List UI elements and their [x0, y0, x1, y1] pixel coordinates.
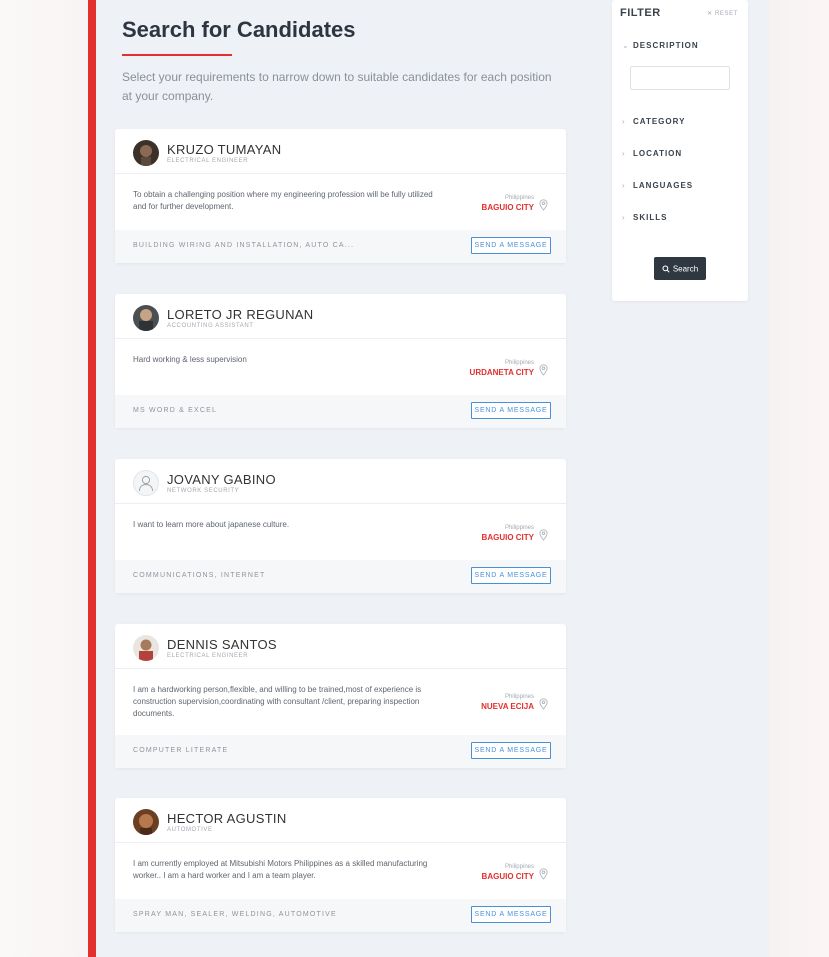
candidate-card-header: LORETO JR REGUNAN ACCOUNTING ASSISTANT [115, 294, 566, 339]
candidate-card-header: JOVANY GABINO NETWORK SECURITY [115, 459, 566, 504]
location-pin-icon [539, 698, 548, 710]
location-city: BAGUIO CITY [481, 203, 534, 212]
send-message-button[interactable]: SEND A MESSAGE [471, 567, 551, 584]
candidate-summary: Hard working & less supervision [133, 355, 247, 364]
search-icon [662, 265, 670, 273]
location-pin-icon [539, 529, 548, 541]
candidate-skills: BUILDING WIRING AND INSTALLATION, AUTO C… [133, 242, 355, 249]
candidate-card: KRUZO TUMAYAN ELECTRICAL ENGINEER To obt… [115, 129, 566, 263]
candidate-job-title: AUTOMOTIVE [167, 827, 213, 833]
send-message-button[interactable]: SEND A MESSAGE [471, 906, 551, 923]
candidate-card-header: HECTOR AGUSTIN AUTOMOTIVE [115, 798, 566, 843]
filter-section-label: SKILLS [633, 213, 668, 222]
candidate-avatar[interactable] [133, 305, 159, 331]
candidate-job-title: NETWORK SECURITY [167, 488, 240, 494]
reset-filter-link[interactable]: ✕ RESET [707, 10, 738, 17]
filter-section-label: LOCATION [633, 149, 683, 158]
candidate-skills: COMPUTER LITERATE [133, 747, 229, 754]
filter-section-category[interactable]: › CATEGORY [622, 117, 685, 126]
filter-panel: FILTER ✕ RESET ⌄ DESCRIPTION › CATEGORY › L… [612, 0, 748, 301]
avatar-placeholder-icon[interactable] [133, 470, 159, 496]
search-button[interactable]: Search [654, 257, 706, 280]
candidate-avatar[interactable] [133, 809, 159, 835]
send-message-button[interactable]: SEND A MESSAGE [471, 402, 551, 419]
location-country: Philippines [504, 525, 534, 531]
candidate-summary: I am currently employed at Mitsubishi Mo… [133, 859, 428, 880]
candidate-name[interactable]: DENNIS SANTOS [167, 637, 277, 652]
filter-section-label: DESCRIPTION [633, 41, 699, 50]
candidate-job-title: ACCOUNTING ASSISTANT [167, 323, 254, 329]
chevron-right-icon: › [622, 149, 626, 158]
chevron-right-icon: › [622, 181, 626, 190]
location-city: BAGUIO CITY [481, 872, 534, 881]
location-city: URDANETA CITY [469, 368, 534, 377]
location-country: Philippines [504, 195, 534, 201]
candidate-summary: To obtain a challenging position where m… [133, 190, 433, 211]
candidate-card-footer: BUILDING WIRING AND INSTALLATION, AUTO C… [115, 230, 566, 263]
candidate-card: JOVANY GABINO NETWORK SECURITY I want to… [115, 459, 566, 593]
candidate-summary: I am a hardworking person,flexible, and … [133, 685, 422, 718]
candidate-name[interactable]: LORETO JR REGUNAN [167, 307, 313, 322]
page-title: Search for Candidates [122, 17, 356, 42]
chevron-right-icon: › [622, 213, 626, 222]
candidate-card: LORETO JR REGUNAN ACCOUNTING ASSISTANT H… [115, 294, 566, 428]
candidate-name[interactable]: KRUZO TUMAYAN [167, 142, 281, 157]
location-city: BAGUIO CITY [481, 533, 534, 542]
candidate-skills: SPRAY MAN, SEALER, WELDING, AUTOMOTIVE [133, 911, 337, 918]
location-pin-icon [539, 868, 548, 880]
candidate-skills: MS WORD & EXCEL [133, 407, 218, 414]
page-subtitle: Select your requirements to narrow down … [122, 70, 552, 103]
candidate-card-header: KRUZO TUMAYAN ELECTRICAL ENGINEER [115, 129, 566, 174]
search-button-label: Search [672, 264, 699, 274]
candidate-name[interactable]: HECTOR AGUSTIN [167, 811, 287, 826]
candidate-card-footer: COMPUTER LITERATE SEND A MESSAGE [115, 735, 566, 768]
chevron-right-icon: › [622, 117, 626, 126]
accent-side-bar [88, 0, 96, 957]
filter-section-location[interactable]: › LOCATION [622, 149, 682, 158]
filter-section-description[interactable]: ⌄ DESCRIPTION [622, 41, 699, 50]
description-input[interactable] [630, 66, 730, 90]
filter-section-label: CATEGORY [633, 117, 686, 126]
location-country: Philippines [504, 864, 534, 870]
filter-section-label: LANGUAGES [633, 181, 694, 190]
candidate-summary: I want to learn more about japanese cult… [133, 520, 290, 529]
title-underline [122, 54, 232, 56]
left-page-margin [0, 0, 88, 957]
location-country: Philippines [504, 360, 534, 366]
candidate-job-title: ELECTRICAL ENGINEER [167, 653, 249, 659]
candidate-card-header: DENNIS SANTOS ELECTRICAL ENGINEER [115, 624, 566, 669]
location-city: NUEVA ECIJA [481, 702, 534, 711]
candidate-skills: COMMUNICATIONS, INTERNET [133, 572, 266, 579]
candidate-avatar[interactable] [133, 140, 159, 166]
chevron-down-icon: ⌄ [622, 41, 630, 50]
filter-title: FILTER [620, 7, 661, 19]
candidate-job-title: ELECTRICAL ENGINEER [167, 158, 249, 164]
candidate-card-footer: SPRAY MAN, SEALER, WELDING, AUTOMOTIVE S… [115, 899, 566, 932]
candidate-card: HECTOR AGUSTIN AUTOMOTIVE I am currently… [115, 798, 566, 932]
filter-section-languages[interactable]: › LANGUAGES [622, 181, 693, 190]
location-pin-icon [539, 364, 548, 376]
candidate-avatar[interactable] [133, 635, 159, 661]
location-country: Philippines [504, 694, 534, 700]
filter-section-skills[interactable]: › SKILLS [622, 213, 667, 222]
candidate-card-footer: COMMUNICATIONS, INTERNET SEND A MESSAGE [115, 560, 566, 593]
location-pin-icon [539, 199, 548, 211]
candidate-name[interactable]: JOVANY GABINO [167, 472, 276, 487]
candidate-card: DENNIS SANTOS ELECTRICAL ENGINEER I am a… [115, 624, 566, 768]
send-message-button[interactable]: SEND A MESSAGE [471, 742, 551, 759]
right-page-margin [769, 0, 829, 957]
candidate-card-footer: MS WORD & EXCEL SEND A MESSAGE [115, 395, 566, 428]
send-message-button[interactable]: SEND A MESSAGE [471, 237, 551, 254]
